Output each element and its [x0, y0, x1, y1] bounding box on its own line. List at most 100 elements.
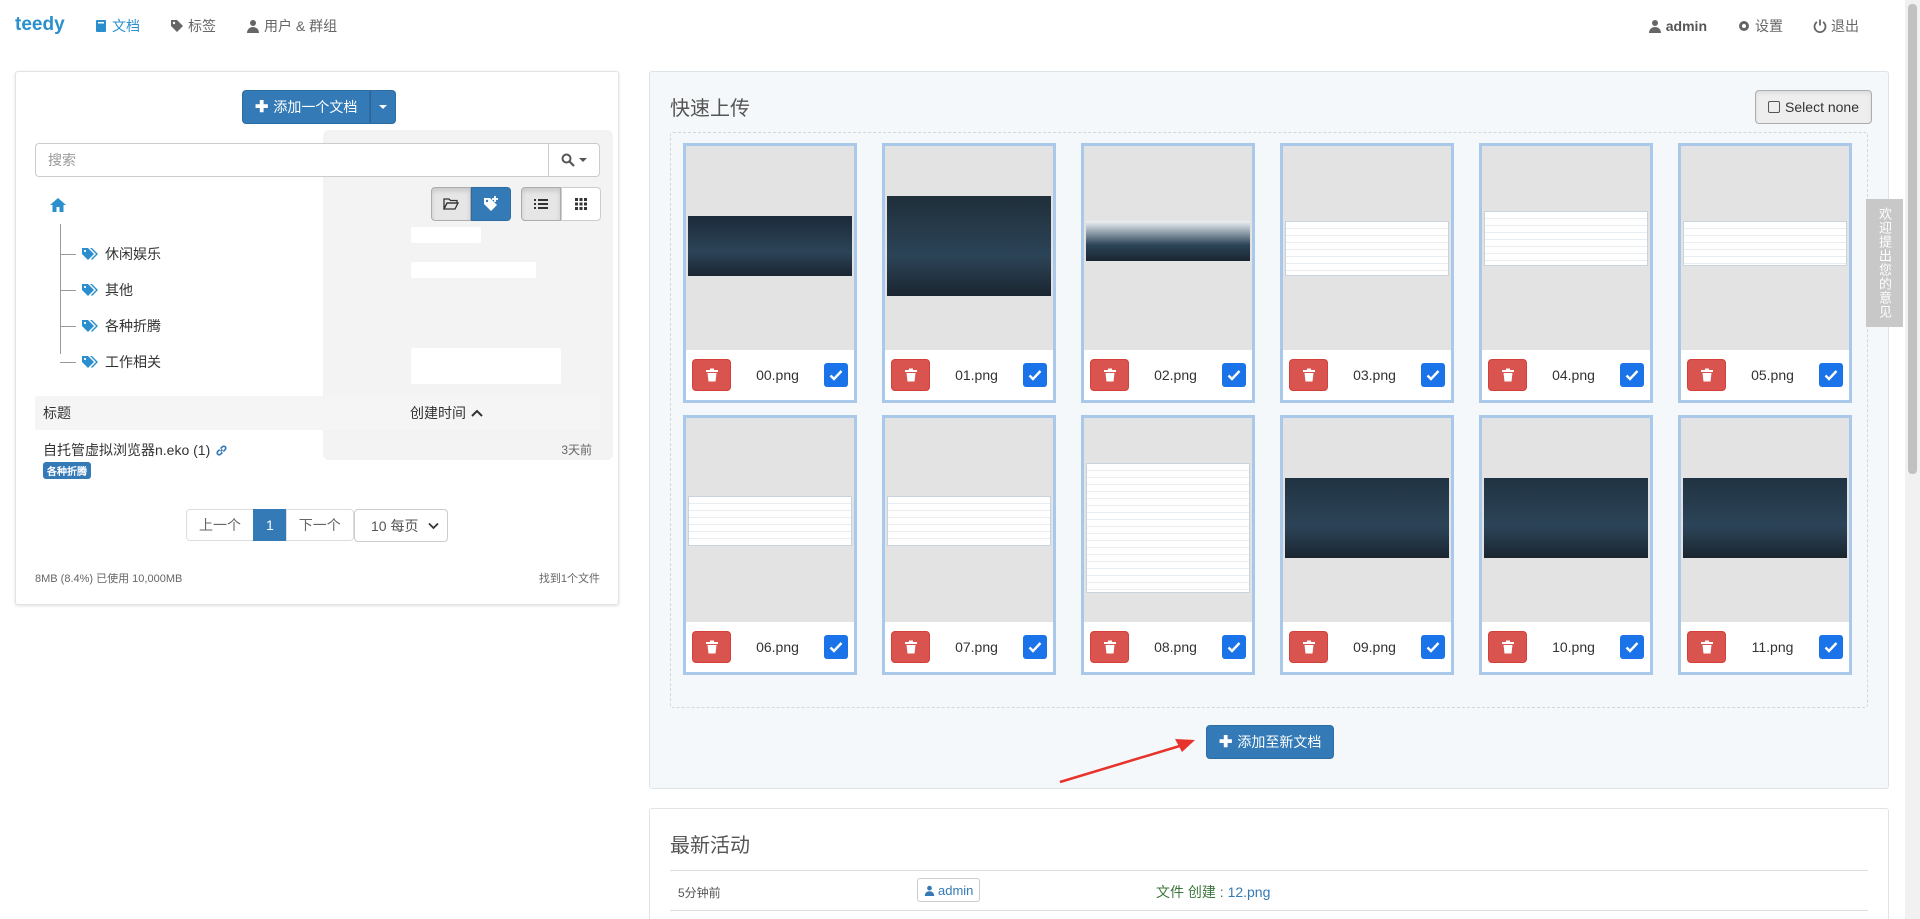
per-page-select[interactable]: 10 每页 [354, 509, 448, 542]
file-name: 07.png [955, 639, 998, 655]
tree-item-other[interactable]: 其他 [60, 280, 133, 300]
power-icon [1813, 19, 1827, 33]
document-row[interactable]: 自托管虚拟浏览器n.eko (1) 各种折腾 3天前 [35, 434, 600, 482]
check-icon [1824, 370, 1838, 381]
file-thumbnail-card[interactable]: 10.png [1479, 415, 1653, 675]
grid-view-button[interactable] [561, 187, 601, 221]
delete-file-button[interactable] [1488, 359, 1527, 391]
trash-icon [904, 368, 917, 382]
file-name: 05.png [1751, 367, 1794, 383]
tags-icon [171, 20, 183, 32]
delete-file-button[interactable] [692, 359, 731, 391]
file-thumbnail-card[interactable]: 09.png [1280, 415, 1454, 675]
scrollbar-thumb[interactable] [1908, 4, 1917, 474]
file-preview-image [1683, 478, 1847, 558]
trash-icon [1700, 640, 1713, 654]
file-select-checkbox[interactable] [1420, 635, 1445, 659]
recent-activity-panel: 最新活动 5分钟前 admin 文件 创建 : 12.png [649, 808, 1889, 919]
delete-file-button[interactable] [891, 631, 930, 663]
activity-file-link[interactable]: 12.png [1228, 884, 1271, 900]
add-document-dropdown[interactable] [370, 90, 397, 124]
select-none-button[interactable]: Select none [1755, 90, 1872, 124]
nav-admin-label: admin [1665, 18, 1707, 34]
check-icon [1426, 642, 1440, 653]
file-select-checkbox[interactable] [1221, 635, 1246, 659]
document-title[interactable]: 自托管虚拟浏览器n.eko (1) [43, 440, 228, 460]
search-input[interactable] [35, 143, 548, 177]
file-thumbnail-card[interactable]: 00.png [683, 143, 857, 403]
trash-icon [1700, 368, 1713, 382]
delete-file-button[interactable] [1488, 631, 1527, 663]
per-page-value: 10 每页 [371, 517, 419, 534]
file-preview-image [1484, 478, 1648, 558]
file-select-checkbox[interactable] [1619, 635, 1644, 659]
delete-file-button[interactable] [891, 359, 930, 391]
delete-file-button[interactable] [1687, 359, 1726, 391]
trash-icon [1501, 640, 1514, 654]
file-thumbnail-card[interactable]: 05.png [1678, 143, 1852, 403]
file-select-checkbox[interactable] [1022, 363, 1047, 387]
nav-logout[interactable]: 退出 [1813, 16, 1859, 36]
column-title[interactable]: 标题 [43, 403, 410, 423]
page-scrollbar[interactable] [1905, 0, 1920, 919]
file-select-checkbox[interactable] [823, 363, 848, 387]
file-select-checkbox[interactable] [1420, 363, 1445, 387]
nav-documents[interactable]: 文档 [94, 16, 140, 36]
document-title-text: 自托管虚拟浏览器n.eko (1) [43, 442, 211, 458]
delete-file-button[interactable] [1090, 631, 1129, 663]
tag-view-button[interactable] [471, 187, 511, 221]
file-thumbnail-card[interactable]: 04.png [1479, 143, 1653, 403]
search-options-button[interactable] [548, 143, 600, 177]
file-thumbnail-card[interactable]: 07.png [882, 415, 1056, 675]
activity-user-button[interactable]: admin [917, 878, 981, 902]
file-select-checkbox[interactable] [1819, 635, 1843, 659]
add-document-button[interactable]: ✚ 添加一个文档 [242, 90, 371, 124]
plus-icon: ✚ [1219, 734, 1233, 751]
nav-tags[interactable]: 标签 [170, 16, 216, 36]
next-page-button[interactable]: 下一个 [285, 509, 354, 541]
folder-view-button[interactable] [431, 187, 471, 221]
document-tag[interactable]: 各种折腾 [43, 462, 91, 479]
brand-logo[interactable]: teedy [15, 14, 65, 36]
file-select-checkbox[interactable] [1221, 363, 1246, 387]
home-icon[interactable] [49, 197, 67, 213]
grid-icon [575, 198, 587, 210]
tree-item-label: 工作相关 [105, 354, 161, 370]
nav-admin[interactable]: admin [1648, 16, 1707, 36]
file-select-checkbox[interactable] [1619, 363, 1644, 387]
file-thumbnail-card[interactable]: 08.png [1081, 415, 1255, 675]
file-select-checkbox[interactable] [823, 635, 848, 659]
recent-activity-title: 最新活动 [670, 835, 750, 857]
file-select-checkbox[interactable] [1022, 635, 1047, 659]
file-select-checkbox[interactable] [1818, 363, 1843, 387]
prev-page-button[interactable]: 上一个 [186, 509, 254, 541]
caret-down-icon [379, 105, 388, 109]
file-thumbnail-card[interactable]: 06.png [683, 415, 857, 675]
feedback-tab[interactable]: 欢迎提出您的意见 [1866, 199, 1903, 327]
column-created-date[interactable]: 创建时间 [410, 403, 483, 423]
add-to-new-document-button[interactable]: ✚ 添加至新文档 [1206, 725, 1335, 759]
documents-found: 找到1个文件 [538, 573, 600, 585]
tree-item-leisure[interactable]: 休闲娱乐 [60, 244, 161, 264]
file-thumbnail-card[interactable]: 03.png [1280, 143, 1454, 403]
tags-icon [82, 248, 98, 260]
delete-file-button[interactable] [1687, 631, 1726, 663]
nav-settings[interactable]: 设置 [1737, 16, 1783, 36]
delete-file-button[interactable] [1289, 359, 1328, 391]
upload-dropzone[interactable]: 00.png 01.png 02.png 03.png 04.png 05.png 06.p… [670, 132, 1868, 708]
nav-users-groups[interactable]: 用户 & 群组 [246, 16, 337, 36]
list-view-button[interactable] [521, 187, 561, 221]
file-thumbnail-card[interactable]: 11.png [1678, 415, 1852, 675]
tree-item-work[interactable]: 工作相关 [60, 352, 161, 372]
page-1-button[interactable]: 1 [253, 509, 287, 541]
delete-file-button[interactable] [692, 631, 731, 663]
file-thumbnail-card[interactable]: 01.png [882, 143, 1056, 403]
delete-file-button[interactable] [1289, 631, 1328, 663]
trash-icon [904, 640, 917, 654]
file-thumbnail-card[interactable]: 02.png [1081, 143, 1255, 403]
nav-users-groups-label: 用户 & 群组 [264, 18, 338, 34]
check-icon [1028, 642, 1042, 653]
activity-user-label: admin [938, 882, 974, 898]
delete-file-button[interactable] [1090, 359, 1129, 391]
tree-item-tinkering[interactable]: 各种折腾 [60, 316, 161, 336]
